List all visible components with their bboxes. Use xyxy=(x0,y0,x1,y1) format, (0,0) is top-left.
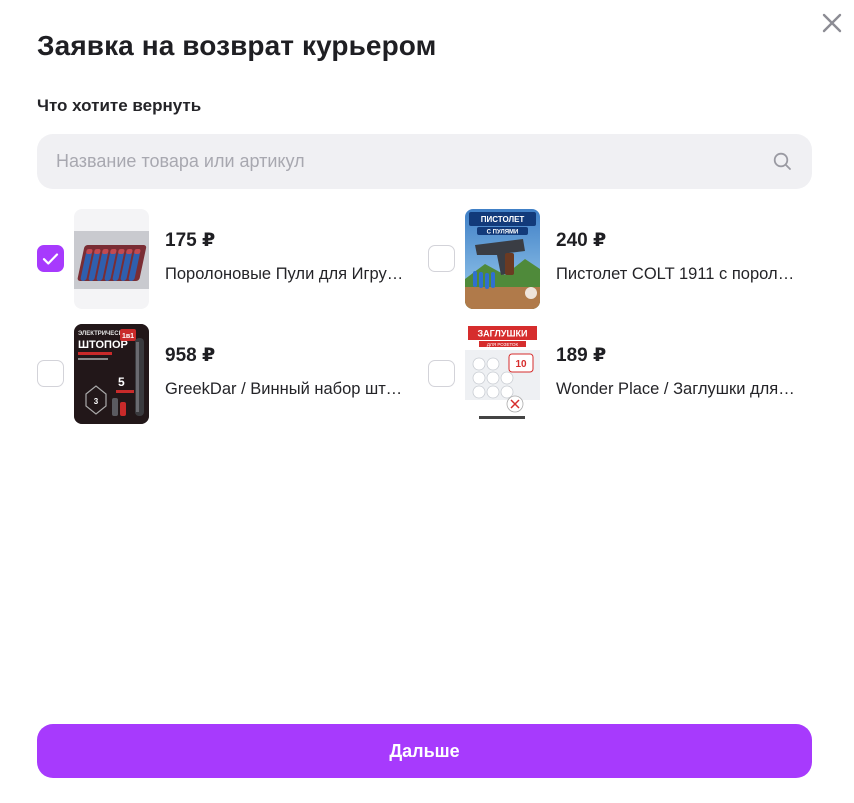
product-name[interactable]: Поролоновые Пули для Игрушечного Бластер… xyxy=(165,265,408,284)
product-name[interactable]: GreekDar / Винный набор штопор электриче… xyxy=(165,380,408,399)
image-text: ДЛЯ РОЗЕТОК xyxy=(487,342,519,347)
product-item[interactable]: ЭЛЕКТРИЧЕСКИЙ ШТОПОР 1в1 3 5 958 ₽ Greek… xyxy=(37,324,417,424)
next-button[interactable]: Дальше xyxy=(37,724,812,778)
svg-text:3: 3 xyxy=(94,397,99,406)
return-request-modal: Заявка на возврат курьером Что хотите ве… xyxy=(0,0,854,803)
product-name[interactable]: Wonder Place / Заглушки для розеток xyxy=(556,380,799,399)
search-icon[interactable] xyxy=(772,152,792,172)
product-price: 189 ₽ xyxy=(556,345,607,366)
product-price: 958 ₽ xyxy=(165,345,216,366)
image-text: ШТОПОР xyxy=(78,339,128,351)
product-checkbox[interactable] xyxy=(37,245,64,272)
image-text: 10 xyxy=(515,359,527,370)
product-checkbox[interactable] xyxy=(428,360,455,387)
modal-title: Заявка на возврат курьером xyxy=(37,30,437,61)
product-item[interactable]: ПИСТОЛЕТ С ПУЛЯМИ 240 ₽ Пистолет COLT 19… xyxy=(428,209,808,309)
product-image[interactable]: ЗАГЛУШКИ ДЛЯ РОЗЕТОК 10 xyxy=(465,324,540,424)
product-image[interactable]: ЭЛЕКТРИЧЕСКИЙ ШТОПОР 1в1 3 5 xyxy=(74,324,149,424)
close-button[interactable] xyxy=(818,9,846,37)
product-price: 240 ₽ xyxy=(556,230,607,251)
product-image[interactable] xyxy=(74,209,149,309)
product-price: 175 ₽ xyxy=(165,230,216,251)
product-item[interactable]: ЗАГЛУШКИ ДЛЯ РОЗЕТОК 10 189 ₽ Wonder Pla… xyxy=(428,324,808,424)
image-text: ПИСТОЛЕТ xyxy=(481,215,525,224)
search-input[interactable] xyxy=(56,151,772,172)
image-text: С ПУЛЯМИ xyxy=(487,230,519,236)
image-text: 1в1 xyxy=(122,333,134,340)
search-box[interactable] xyxy=(37,134,812,189)
image-text: ЗАГЛУШКИ xyxy=(478,329,528,339)
product-checkbox[interactable] xyxy=(428,245,455,272)
product-checkbox[interactable] xyxy=(37,360,64,387)
close-icon xyxy=(822,13,842,33)
image-text: 5 xyxy=(118,375,125,389)
section-subtitle: Что хотите вернуть xyxy=(37,96,202,115)
checkmark-icon xyxy=(42,252,59,265)
product-name[interactable]: Пистолет COLT 1911 с поролоновыми пулями xyxy=(556,265,799,284)
product-item[interactable]: 175 ₽ Поролоновые Пули для Игрушечного Б… xyxy=(37,209,417,309)
product-image[interactable]: ПИСТОЛЕТ С ПУЛЯМИ xyxy=(465,209,540,309)
